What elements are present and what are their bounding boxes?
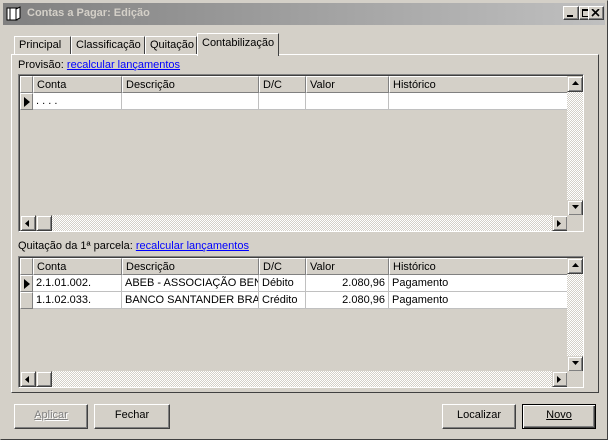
arrow-left-icon: [25, 220, 29, 227]
aplicar-button[interactable]: Aplicar: [14, 404, 88, 429]
arrow-down-icon: [572, 361, 579, 365]
quitacao-col-descricao[interactable]: Descrição: [122, 258, 259, 275]
current-row-arrow-icon: [24, 279, 30, 289]
cell-historico[interactable]: Pagamento: [389, 275, 570, 292]
cell-conta[interactable]: 2.1.01.002.: [33, 275, 122, 292]
quitacao-col-dc[interactable]: D/C: [259, 258, 306, 275]
arrow-left-icon: [25, 376, 29, 383]
table-row[interactable]: 2.1.01.002. ABEB - ASSOCIAÇÃO BENE Débit…: [20, 275, 570, 292]
cell-conta[interactable]: 1.1.02.033.: [33, 292, 122, 309]
current-row-arrow-icon: [24, 97, 30, 107]
cell-conta[interactable]: . . . .: [33, 93, 122, 110]
provisao-vertical-scrollbar[interactable]: [567, 76, 583, 216]
cell-dc[interactable]: Crédito: [259, 292, 306, 309]
provisao-header: Provisão: recalcular lançamentos: [18, 59, 180, 71]
cell-valor[interactable]: [306, 93, 389, 110]
provisao-label: Provisão:: [18, 59, 64, 71]
tab-principal[interactable]: Principal: [14, 36, 71, 54]
provisao-col-valor[interactable]: Valor: [306, 76, 389, 93]
provisao-col-descricao[interactable]: Descrição: [122, 76, 259, 93]
window-title: Contas a Pagar: Edição: [27, 7, 150, 19]
scroll-up-button[interactable]: [567, 258, 583, 274]
arrow-right-icon: [557, 220, 561, 227]
scroll-corner: [567, 215, 583, 231]
close-button[interactable]: [588, 6, 604, 20]
localizar-button-label: Localizar: [456, 409, 502, 421]
scroll-left-button[interactable]: [20, 215, 36, 231]
provisao-horizontal-scrollbar[interactable]: [20, 215, 568, 231]
cell-historico[interactable]: Pagamento: [389, 292, 570, 309]
provisao-grid[interactable]: Conta Descrição D/C Valor Histórico . . …: [18, 74, 584, 232]
cell-dc[interactable]: [259, 93, 306, 110]
novo-button[interactable]: Novo: [522, 404, 596, 429]
localizar-button[interactable]: Localizar: [442, 404, 516, 429]
title-bar[interactable]: Contas a Pagar: Edição: [3, 3, 605, 25]
quitacao-horizontal-scrollbar[interactable]: [20, 371, 568, 387]
quitacao-col-conta[interactable]: Conta: [33, 258, 122, 275]
cell-descricao[interactable]: ABEB - ASSOCIAÇÃO BENE: [122, 275, 259, 292]
provisao-col-conta[interactable]: Conta: [33, 76, 122, 93]
tab-quitacao[interactable]: Quitação: [145, 36, 197, 54]
cell-descricao[interactable]: BANCO SANTANDER BRAS: [122, 292, 259, 309]
close-icon: [591, 9, 600, 17]
contas-a-pagar-window: Contas a Pagar: Edição Principal Classif…: [0, 0, 608, 440]
scroll-up-button[interactable]: [567, 76, 583, 92]
arrow-up-icon: [572, 263, 579, 267]
row-indicator: [20, 292, 33, 309]
novo-button-label: Novo: [546, 409, 572, 421]
arrow-up-icon: [572, 81, 579, 85]
arrow-right-icon: [557, 376, 561, 383]
quitacao-recalcular-link[interactable]: recalcular lançamentos: [136, 240, 249, 252]
quitacao-col-valor[interactable]: Valor: [306, 258, 389, 275]
cell-historico[interactable]: [389, 93, 570, 110]
quitacao-label: Quitação da 1ª parcela:: [18, 240, 133, 252]
cell-valor[interactable]: 2.080,96: [306, 275, 389, 292]
scroll-down-button[interactable]: [567, 356, 583, 372]
quitacao-grid[interactable]: Conta Descrição D/C Valor Histórico 2.1.…: [18, 256, 584, 388]
table-row[interactable]: . . . .: [20, 93, 570, 110]
scroll-right-button[interactable]: [552, 371, 568, 387]
minimize-button[interactable]: [563, 6, 579, 20]
scroll-thumb[interactable]: [36, 215, 52, 231]
row-indicator: [20, 93, 33, 110]
cell-valor[interactable]: 2.080,96: [306, 292, 389, 309]
provisao-col-dc[interactable]: D/C: [259, 76, 306, 93]
scroll-corner: [567, 371, 583, 387]
fechar-button-label: Fechar: [114, 409, 150, 421]
provisao-recalcular-link[interactable]: recalcular lançamentos: [67, 59, 180, 71]
grid-header-indicator: [20, 76, 33, 93]
provisao-col-historico[interactable]: Histórico: [389, 76, 570, 93]
scroll-right-button[interactable]: [552, 215, 568, 231]
quitacao-vertical-scrollbar[interactable]: [567, 258, 583, 372]
grid-header-indicator: [20, 258, 33, 275]
scroll-thumb[interactable]: [36, 371, 52, 387]
arrow-down-icon: [572, 205, 579, 209]
cell-descricao[interactable]: [122, 93, 259, 110]
table-row[interactable]: 1.1.02.033. BANCO SANTANDER BRAS Crédito…: [20, 292, 570, 309]
app-icon: [6, 6, 21, 21]
quitacao-col-historico[interactable]: Histórico: [389, 258, 570, 275]
quitacao-header: Quitação da 1ª parcela: recalcular lança…: [18, 240, 249, 252]
scroll-down-button[interactable]: [567, 200, 583, 216]
cell-dc[interactable]: Débito: [259, 275, 306, 292]
row-indicator: [20, 275, 33, 292]
aplicar-button-label: Aplicar: [34, 409, 68, 421]
tab-classificacao[interactable]: Classificação: [71, 36, 145, 54]
fechar-button[interactable]: Fechar: [94, 404, 170, 429]
scroll-left-button[interactable]: [20, 371, 36, 387]
tab-contabilizacao[interactable]: Contabilização: [197, 33, 279, 56]
minimize-icon: [567, 15, 573, 17]
